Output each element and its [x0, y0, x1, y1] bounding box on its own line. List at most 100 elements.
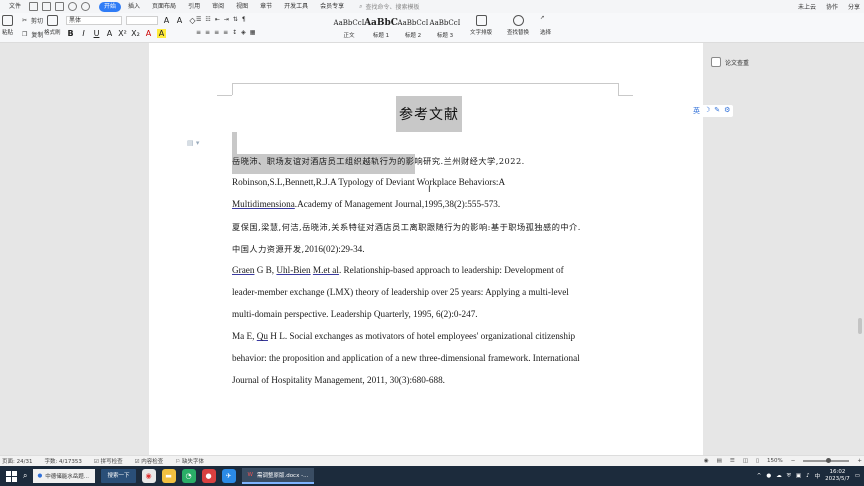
taskbar-task-document[interactable]: W 需调整原版.docx -...	[241, 468, 315, 484]
borders-icon[interactable]: ▦	[250, 29, 256, 36]
reference-line[interactable]: behavior: the proposition and applicatio…	[232, 353, 580, 363]
feishu-icon[interactable]: ✈	[221, 469, 236, 483]
reference-line[interactable]: Robinson,S.L,Bennett,R.J.A Typology of D…	[232, 177, 505, 187]
reference-line[interactable]: 岳晓沛、职场友谊对酒店员工组织越轨行为的影响研究.兰州财经大学,2022.	[232, 155, 525, 167]
shrink-font-icon[interactable]: A	[175, 16, 184, 25]
outdent-icon[interactable]: ⇤	[215, 16, 220, 23]
folder-icon[interactable]: ▬	[161, 469, 176, 483]
superscript-button[interactable]: X²	[118, 29, 127, 38]
missing-font-button[interactable]: ⚐ 缺失字体	[175, 457, 204, 465]
page-count[interactable]: 页面: 24/31	[2, 457, 32, 465]
italic-button[interactable]: I	[79, 29, 88, 38]
moon-icon[interactable]: ☽	[704, 106, 710, 116]
clock[interactable]: 16:02 2023/5/7	[825, 469, 850, 483]
tab-home[interactable]: 开始	[99, 1, 122, 12]
tray-shield-icon[interactable]: ⛨	[787, 473, 791, 480]
style-heading-1[interactable]: AaBbC 标题 1	[364, 15, 398, 39]
zoom-in-icon[interactable]: +	[857, 458, 862, 464]
spell-check-toggle[interactable]: ☑ 拼写检查	[94, 457, 123, 465]
zoom-slider[interactable]	[803, 458, 850, 463]
search-icon[interactable]: ⌕	[23, 471, 27, 481]
chrome-icon[interactable]: ◉	[141, 469, 156, 483]
float-tool-lang[interactable]: 英	[693, 106, 700, 116]
line-spacing-icon[interactable]: ↕	[232, 29, 237, 36]
justify-icon[interactable]: ≡	[223, 29, 228, 36]
font-color-button[interactable]: A	[144, 29, 153, 38]
align-center-icon[interactable]: ≡	[205, 29, 210, 36]
reference-line[interactable]: Journal of Hospitality Management, 2011,…	[232, 375, 445, 385]
reference-line[interactable]: Graen G B, Uhl-Bien M.et al. Relationshi…	[232, 265, 564, 275]
pen-icon[interactable]: ✎	[714, 106, 720, 116]
bullet-list-icon[interactable]: ☰	[196, 16, 201, 23]
highlight-button[interactable]: A	[157, 29, 166, 38]
notification-icon[interactable]: ▭	[855, 473, 860, 479]
tab-references[interactable]: 引用	[183, 2, 205, 12]
page-title[interactable]: 参考文献	[399, 104, 459, 124]
find-replace-button[interactable]: 查找替换	[507, 15, 529, 36]
app-icon[interactable]: ●	[201, 469, 216, 483]
zoom-level[interactable]: 150%	[767, 458, 783, 464]
tray-app-icon[interactable]: ●	[766, 473, 771, 479]
zoom-slider-knob[interactable]	[826, 458, 832, 463]
input-language[interactable]: 中	[815, 472, 821, 480]
style-heading-2[interactable]: AaBbCcI 标题 2	[398, 15, 429, 39]
word-count[interactable]: 字数: 4/17353	[44, 457, 81, 465]
font-size-select[interactable]	[126, 16, 158, 25]
tab-review[interactable]: 审阅	[207, 2, 229, 12]
save-icon[interactable]	[29, 2, 39, 11]
eye-protection-icon[interactable]: ◉	[704, 458, 709, 464]
format-painter-button[interactable]: 格式刷	[44, 15, 61, 36]
tab-view[interactable]: 视图	[231, 2, 253, 12]
content-check-toggle[interactable]: ☑ 内容检查	[135, 457, 164, 465]
style-normal[interactable]: AaBbCcI 正文	[334, 15, 365, 39]
text-layout-button[interactable]: 文字排版	[470, 15, 492, 36]
align-right-icon[interactable]: ≡	[214, 29, 219, 36]
tray-cloud-icon[interactable]: ☁	[776, 473, 782, 479]
strikethrough-button[interactable]: A	[105, 29, 114, 38]
settings-icon[interactable]: ⚙	[724, 106, 730, 116]
align-left-icon[interactable]: ≡	[196, 29, 201, 36]
show-marks-icon[interactable]: ¶	[242, 16, 246, 23]
print-icon[interactable]	[42, 2, 52, 11]
taskbar-search-input[interactable]: ● 中德储能水岳题...	[33, 469, 96, 483]
wechat-icon[interactable]: ◔	[181, 469, 196, 483]
reference-line[interactable]: Multidimensiona.Academy of Management Jo…	[232, 199, 500, 209]
tab-page-layout[interactable]: 页面布局	[147, 2, 181, 12]
reference-line[interactable]: 夏保国,梁慧,何洁,岳晓沛,关系特征对酒店员工离职跟随行为的影响:基于职场孤独感…	[232, 221, 581, 233]
vertical-scrollbar[interactable]	[858, 318, 862, 334]
tab-developer[interactable]: 开发工具	[279, 2, 313, 12]
style-heading-3[interactable]: AaBbCcI 标题 3	[430, 15, 461, 39]
document-page[interactable]: 参考文献 ▤ ▾ 岳晓沛、职场友谊对酒店员工组织越轨行为的影响研究.兰州财经大学…	[149, 43, 703, 455]
outline-view-icon[interactable]: ☰	[730, 458, 735, 464]
network-icon[interactable]: ▣	[796, 473, 801, 479]
cut-button[interactable]: ✂ 剪切	[22, 16, 43, 25]
subscript-button[interactable]: X₂	[131, 29, 140, 38]
taskbar-search-button[interactable]: 搜索一下	[101, 469, 136, 483]
paste-button[interactable]: 粘贴	[2, 15, 13, 36]
command-search[interactable]: ⌕ 查找命令、搜索模板	[359, 2, 419, 12]
tab-insert[interactable]: 插入	[123, 2, 145, 12]
paragraph-marker-icon[interactable]: ▤ ▾	[187, 139, 199, 147]
paper-check-tool[interactable]: 论文查重	[711, 57, 749, 67]
menu-file[interactable]: 文件	[4, 2, 26, 12]
redo-icon[interactable]	[81, 2, 91, 11]
cloud-status[interactable]: 未上云	[798, 2, 816, 11]
undo-icon[interactable]	[68, 2, 78, 11]
tab-member[interactable]: 会员专享	[315, 2, 349, 12]
underline-button[interactable]: U	[92, 29, 101, 38]
numbered-list-icon[interactable]: ☷	[205, 16, 210, 23]
reference-line[interactable]: multi-domain perspective. Leadership Qua…	[232, 309, 478, 319]
windows-start-icon[interactable]	[6, 470, 17, 482]
share-button[interactable]: 分享	[848, 2, 860, 11]
shading-icon[interactable]: ◈	[241, 29, 246, 36]
copy-button[interactable]: ❐ 复制	[22, 30, 43, 39]
bold-button[interactable]: B	[66, 29, 75, 38]
sort-icon[interactable]: ⇅	[233, 16, 238, 23]
preview-icon[interactable]	[55, 2, 65, 11]
collaborate-button[interactable]: 协作	[826, 2, 838, 11]
indent-icon[interactable]: ⇥	[224, 16, 229, 23]
read-view-icon[interactable]: ▯	[756, 458, 759, 464]
tab-section[interactable]: 章节	[255, 2, 277, 12]
zoom-out-icon[interactable]: −	[791, 458, 796, 464]
reference-line[interactable]: 中国人力资源开发,2016(02):29-34.	[232, 243, 365, 255]
